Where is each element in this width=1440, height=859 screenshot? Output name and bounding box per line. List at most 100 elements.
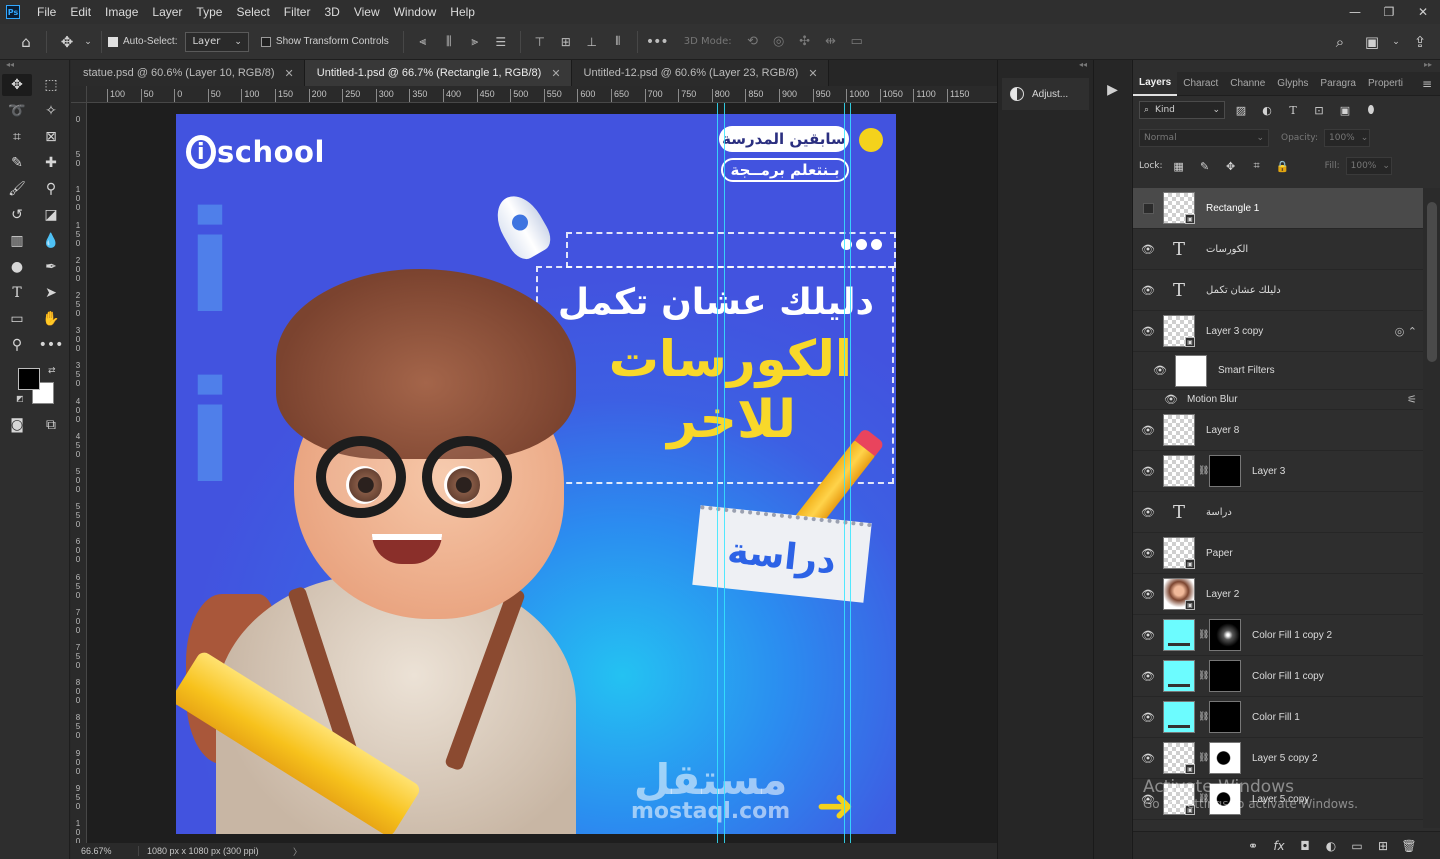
menu-window[interactable]: Window xyxy=(387,5,444,19)
gradient-tool-icon[interactable]: ▥ xyxy=(2,230,32,252)
fill-field[interactable]: 100% ⌄ xyxy=(1345,157,1392,175)
lock-position-icon[interactable]: ✥ xyxy=(1221,160,1241,173)
frame-tool-icon[interactable]: ⊠ xyxy=(36,126,66,148)
clone-stamp-tool-icon[interactable]: ⚲ xyxy=(36,178,66,200)
guide-line[interactable] xyxy=(844,103,845,843)
visibility-toggle[interactable]: 👁 xyxy=(1163,393,1179,406)
status-menu-chevron-icon[interactable]: 〉 xyxy=(289,845,302,858)
auto-select-target-dropdown[interactable]: Layer ⌄ xyxy=(185,31,249,52)
layer-row[interactable]: ▣ Rectangle 1 xyxy=(1133,188,1423,229)
foreground-color-swatch[interactable] xyxy=(18,368,40,390)
filter-type-icon[interactable]: T xyxy=(1283,104,1303,117)
new-layer-icon[interactable]: ⊞ xyxy=(1375,839,1391,853)
document-tab[interactable]: statue.psd @ 60.6% (Layer 10, RGB/8) ✕ xyxy=(71,60,305,86)
lock-all-icon[interactable]: 🔒 xyxy=(1273,160,1293,173)
visibility-toggle[interactable]: 👁 xyxy=(1133,629,1163,642)
layer-thumbnail[interactable] xyxy=(1163,619,1195,651)
layer-row[interactable]: 👁 T دليلك عشان تكمل xyxy=(1133,270,1423,311)
tab-paragra[interactable]: Paragra xyxy=(1314,72,1362,96)
link-layers-icon[interactable]: ⚭ xyxy=(1245,839,1261,853)
add-mask-icon[interactable]: ◘ xyxy=(1297,839,1313,853)
mask-link-icon[interactable]: ⛓ xyxy=(1198,630,1209,640)
more-options-button[interactable]: ••• xyxy=(644,29,670,55)
new-adjustment-layer-icon[interactable]: ◐ xyxy=(1323,839,1339,853)
blend-mode-dropdown[interactable]: Normal ⌄ xyxy=(1139,129,1269,147)
filter-blending-options-icon[interactable]: ⚟ xyxy=(1407,393,1417,406)
path-selection-tool-icon[interactable]: ➤ xyxy=(36,282,66,304)
pan-3d-icon[interactable]: ✣ xyxy=(792,34,818,49)
zoom-level[interactable]: 66.67% xyxy=(71,846,139,856)
layer-row[interactable]: 👁 ▣ Layer 3 copy ◎ ⌃ xyxy=(1133,311,1423,352)
visibility-toggle[interactable]: 👁 xyxy=(1133,547,1163,560)
menu-filter[interactable]: Filter xyxy=(277,5,318,19)
chevron-down-icon[interactable]: ⌄ xyxy=(1390,28,1402,56)
layer-mask-thumbnail[interactable] xyxy=(1209,660,1241,692)
document-canvas[interactable]: i i i school سابقين المدرسة بـنتعلم برمـ… xyxy=(176,114,896,834)
filter-adjustment-icon[interactable]: ◐ xyxy=(1257,104,1277,117)
visibility-toggle[interactable]: 👁 xyxy=(1133,465,1163,478)
layer-thumbnail[interactable]: ▣ xyxy=(1163,192,1195,224)
minimize-button[interactable]: — xyxy=(1338,0,1372,24)
guide-line[interactable] xyxy=(850,103,851,843)
layer-row[interactable]: 👁 Smart Filters xyxy=(1133,352,1423,390)
healing-brush-tool-icon[interactable]: ✚ xyxy=(36,152,66,174)
visibility-toggle[interactable]: 👁 xyxy=(1133,588,1163,601)
menu-type[interactable]: Type xyxy=(189,5,229,19)
layer-row[interactable]: 👁 ▣ ⛓ Layer 5 copy 2 xyxy=(1133,738,1423,779)
move-tool-icon[interactable]: ✥ xyxy=(2,74,32,96)
orbit-3d-icon[interactable]: ⟲ xyxy=(740,34,766,49)
menu-select[interactable]: Select xyxy=(229,5,276,19)
filter-shape-icon[interactable]: ⊡ xyxy=(1309,104,1329,117)
visibility-toggle[interactable] xyxy=(1133,202,1163,214)
eraser-tool-icon[interactable]: ◪ xyxy=(36,204,66,226)
panel-grip[interactable]: ◂◂ xyxy=(998,60,1093,74)
visibility-toggle[interactable]: 👁 xyxy=(1133,752,1163,765)
canvas-workspace[interactable]: i i i school سابقين المدرسة بـنتعلم برمـ… xyxy=(87,103,997,843)
layers-scrollbar[interactable] xyxy=(1423,188,1440,828)
visibility-toggle[interactable]: 👁 xyxy=(1133,670,1163,683)
close-icon[interactable]: ✕ xyxy=(551,67,560,80)
layer-mask-thumbnail[interactable] xyxy=(1209,742,1241,774)
screen-mode-icon[interactable]: ⧉ xyxy=(36,414,66,436)
mask-link-icon[interactable]: ⛓ xyxy=(1198,466,1209,476)
guide-line[interactable] xyxy=(724,103,725,843)
tab-properti[interactable]: Properti xyxy=(1362,72,1409,96)
align-top-edges-icon[interactable]: ⊤ xyxy=(527,29,553,55)
align-bottom-edges-icon[interactable]: ⊥ xyxy=(579,29,605,55)
lock-transparent-pixels-icon[interactable]: ▦ xyxy=(1169,160,1189,173)
filter-kind-dropdown[interactable]: ⌕ Kind ⌄ xyxy=(1139,101,1225,119)
layer-row[interactable]: 👁 Layer 8 xyxy=(1133,410,1423,451)
tab-charact[interactable]: Charact xyxy=(1177,72,1224,96)
layer-row[interactable]: 👁 ⛓ Layer 3 xyxy=(1133,451,1423,492)
dodge-tool-icon[interactable]: ● xyxy=(2,256,32,278)
guide-line[interactable] xyxy=(717,103,718,843)
filter-pixel-icon[interactable]: ▨ xyxy=(1231,104,1251,117)
align-horizontal-centers-icon[interactable]: ⫼ xyxy=(436,29,462,55)
new-group-icon[interactable]: ▭ xyxy=(1349,839,1365,853)
visibility-toggle[interactable]: 👁 xyxy=(1133,506,1163,519)
align-vertical-centers-icon[interactable]: ⊞ xyxy=(553,29,579,55)
photoshop-logo-icon[interactable]: Ps xyxy=(6,5,20,19)
tab-channe[interactable]: Channe xyxy=(1224,72,1271,96)
layer-thumbnail[interactable]: ▣ xyxy=(1163,742,1195,774)
layer-thumbnail[interactable] xyxy=(1163,414,1195,446)
panel-menu-icon[interactable]: ≡ xyxy=(1422,77,1440,91)
menu-view[interactable]: View xyxy=(347,5,387,19)
brush-tool-icon[interactable]: 🖌 xyxy=(2,178,32,200)
ruler-origin[interactable] xyxy=(71,86,87,103)
distribute-horizontal-icon[interactable]: ⫴ xyxy=(605,29,631,55)
layer-list[interactable]: ▣ Rectangle 1 👁 T الكورسات 👁 T دليلك عشان تكمل 👁… xyxy=(1133,188,1423,828)
show-transform-controls-checkbox[interactable]: Show Transform Controls xyxy=(260,36,389,47)
layer-thumbnail[interactable]: ▣ xyxy=(1163,537,1195,569)
vertical-ruler[interactable]: 0 50 100 150 200 250 300 350 400 450 500 550 600 650 7… xyxy=(71,103,87,843)
smart-filter-indicator-icon[interactable]: ◎ ⌃ xyxy=(1395,325,1417,338)
home-icon[interactable]: ⌂ xyxy=(12,28,40,56)
pen-tool-icon[interactable]: ✒ xyxy=(36,256,66,278)
history-brush-tool-icon[interactable]: ↺ xyxy=(2,204,32,226)
play-icon[interactable]: ▶ xyxy=(1103,82,1123,102)
rectangular-marquee-tool-icon[interactable]: ⬚ xyxy=(36,74,66,96)
panel-grip[interactable]: ▸▸ xyxy=(1133,60,1440,72)
visibility-toggle[interactable]: 👁 xyxy=(1133,325,1163,338)
visibility-toggle[interactable]: 👁 xyxy=(1133,284,1163,297)
adjustments-panel-button[interactable]: Adjust... xyxy=(1002,78,1089,110)
